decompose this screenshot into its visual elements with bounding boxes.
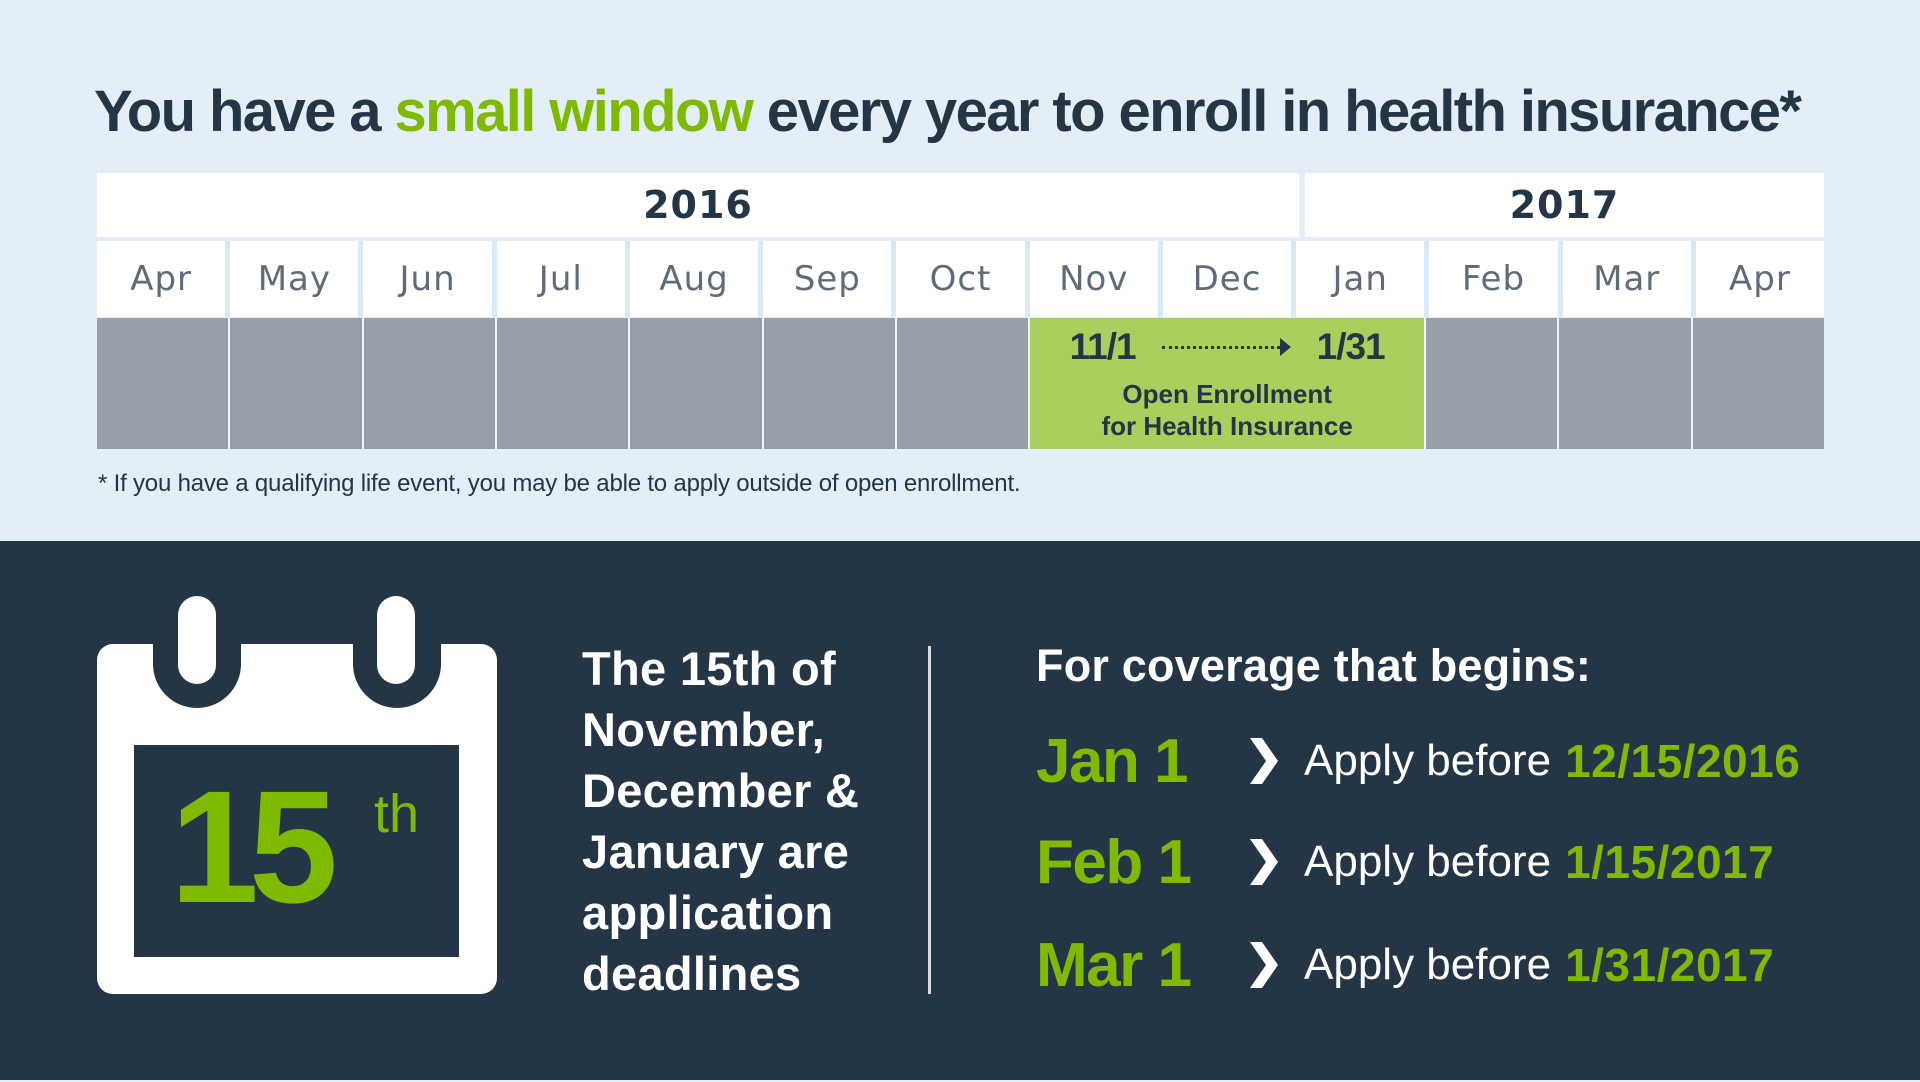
chevron-right-icon [1246,837,1280,887]
enrollment-label-line2: for Health Insurance [1101,411,1353,441]
arrow-head-icon [1279,338,1291,356]
year-2016: 2016 [97,173,1299,237]
coverage-title: For coverage that begins: [1036,640,1592,691]
closed-period-cell [496,318,631,449]
footnote: * If you have a qualifying life event, y… [98,470,1021,497]
closed-period-cell [896,318,1031,449]
enrollment-label: Open Enrollment for Health Insurance [1030,378,1424,442]
closed-period-cell [1426,318,1560,449]
open-enrollment-block: 11/1 1/31 Open Enrollment for Health Ins… [1030,318,1427,449]
closed-period-cell [1559,318,1693,449]
deadline-line: January are [582,825,850,878]
coverage-start-month: Mar 1 [1036,930,1192,1000]
month-row: Apr May Jun Jul Aug Sep Oct Nov Dec Jan … [97,241,1825,317]
deadline-line: The 15th of [582,642,836,695]
deadline-description: The 15th of November, December & January… [582,638,882,1004]
apply-before-label: Apply before [1304,940,1552,989]
enrollment-date-range: 11/1 1/31 [1030,326,1424,368]
calendar-day-number: 15 [170,757,338,936]
headline-before: You have a [94,79,395,144]
enrollment-start-date: 11/1 [1069,326,1137,367]
coverage-start-month: Feb 1 [1036,827,1192,897]
headline-after: every year to enroll in health insurance… [752,79,1802,144]
timeline-section: You have a small window every year to en… [0,0,1920,541]
coverage-row-jan: Jan 1 Apply before 12/15/2016 [1036,726,1800,796]
period-bar-row: 11/1 1/31 Open Enrollment for Health Ins… [97,318,1825,449]
closed-period-cell [97,318,231,449]
closed-period-cell [630,318,764,449]
coverage-row-feb: Feb 1 Apply before 1/15/2017 [1036,827,1774,897]
calendar-ring-icon [377,596,415,684]
apply-before-label: Apply before [1304,837,1552,886]
coverage-row-mar: Mar 1 Apply before 1/31/2017 [1036,930,1774,1000]
closed-period-cell [230,318,364,449]
month-jun: Jun [363,241,497,317]
month-mar: Mar [1562,241,1696,317]
calendar-icon: 15 th [97,644,497,994]
dotted-line [1161,345,1280,349]
month-oct: Oct [896,241,1030,317]
enrollment-end-date: 1/31 [1316,326,1386,367]
deadline-line: November, [582,703,826,756]
calendar-date-panel: 15 th [134,745,459,957]
closed-period-cell [763,318,897,449]
month-jul: Jul [496,241,630,317]
month-dec: Dec [1162,241,1297,317]
closed-period-cell [1692,318,1825,449]
apply-deadline-date: 1/15/2017 [1565,836,1775,888]
deadline-line: December & [582,764,860,817]
month-sep: Sep [763,241,897,317]
enrollment-label-line1: Open Enrollment [1122,379,1332,409]
calendar-ring-icon [178,596,216,684]
year-row: 2016 2017 [97,173,1824,237]
deadline-line: deadlines [582,947,802,1000]
month-nov: Nov [1029,241,1163,317]
apply-before-label: Apply before [1304,736,1552,785]
coverage-start-month: Jan 1 [1036,726,1189,796]
month-feb: Feb [1429,241,1563,317]
headline-accent: small window [394,79,753,144]
deadline-line: application [582,886,834,939]
apply-deadline-date: 1/31/2017 [1565,939,1775,991]
month-aug: Aug [629,241,764,317]
vertical-divider [928,646,931,994]
dotted-arrow-icon [1161,338,1291,356]
month-apr-2017: Apr [1695,241,1825,317]
month-jan: Jan [1296,241,1430,317]
closed-period-cell [363,318,497,449]
headline: You have a small window every year to en… [94,78,1802,145]
month-may: May [230,241,364,317]
chevron-right-icon [1246,940,1280,990]
year-2017: 2017 [1305,173,1824,237]
calendar-day-suffix: th [374,784,420,844]
apply-deadline-date: 12/15/2016 [1565,735,1801,787]
chevron-right-icon [1246,736,1280,786]
month-apr-2016: Apr [97,241,231,317]
enrollment-timeline: 2016 2017 Apr May Jun Jul Aug Sep Oct No… [97,173,1825,449]
